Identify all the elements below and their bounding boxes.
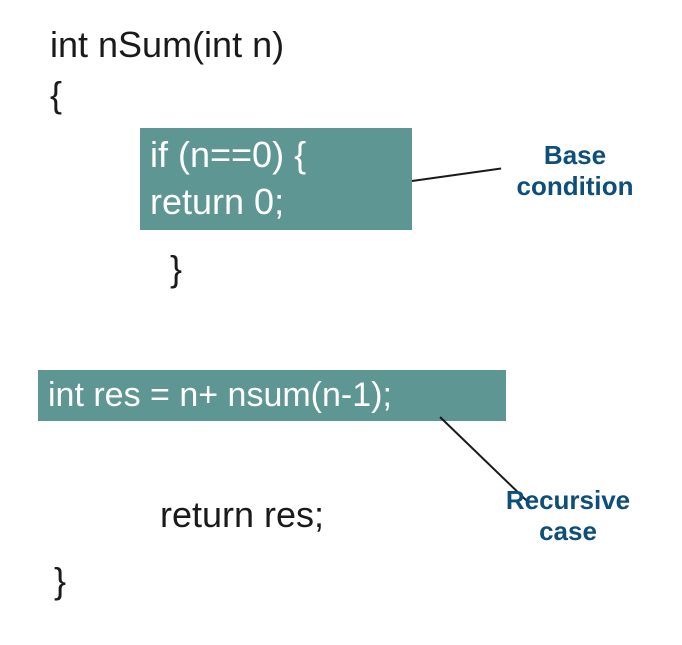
- return-statement: return res;: [160, 494, 324, 536]
- recursive-case-block: int res = n+ nsum(n-1);: [38, 370, 506, 421]
- brace-close-outer: }: [54, 560, 66, 602]
- recursive-case-line: int res = n+ nsum(n-1);: [48, 376, 496, 415]
- base-condition-block: if (n==0) { return 0;: [140, 128, 412, 230]
- brace-close-inner: }: [170, 248, 182, 290]
- label-base-condition: Base condition: [500, 140, 650, 202]
- brace-open: {: [50, 74, 62, 116]
- base-condition-line2: return 0;: [150, 179, 402, 226]
- connector-base: [412, 167, 501, 182]
- label-recursive-case: Recursive case: [488, 485, 648, 547]
- base-condition-line1: if (n==0) {: [150, 132, 402, 179]
- function-signature: int nSum(int n): [50, 24, 284, 66]
